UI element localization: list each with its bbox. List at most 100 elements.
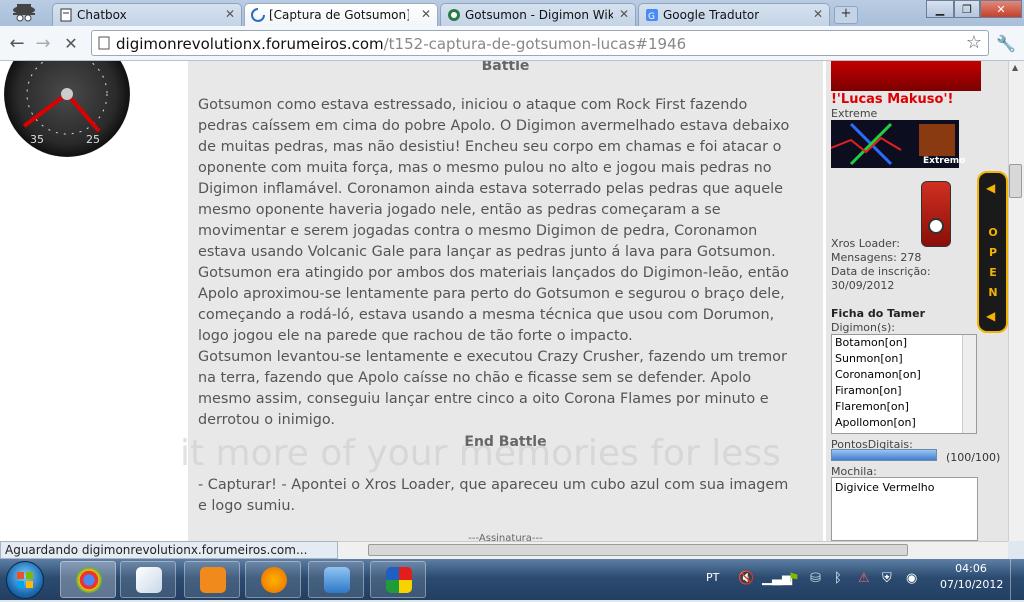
taskbar-store-button[interactable] [184,561,240,598]
windows-logo-icon [17,572,33,588]
incognito-icon [13,4,35,22]
list-item[interactable]: Coronamon[on] [832,367,976,383]
url-text: digimonrevolutionx.forumeiros.com/t152-c… [116,35,686,53]
paint-icon [136,567,162,593]
tab-gotsumon-wiki[interactable]: Gotsumon - Digimon Wiki ✕ [440,3,636,26]
digimon-listbox[interactable]: Botamon[on] Sunmon[on] Coronamon[on] Fir… [831,334,977,434]
start-button[interactable] [6,561,44,599]
capture-text: - Capturar! - Apontei o Xros Loader, que… [198,477,789,514]
volume-muted-icon[interactable]: 🔇 [738,571,754,586]
clock-date: 07/10/2012 [940,578,1004,591]
security-icon[interactable]: ⛨ [882,571,892,586]
post-paragraph: Gotsumon como estava estressado, iniciou… [198,97,790,344]
stop-button[interactable]: ✕ [60,33,82,55]
svg-text:35: 35 [30,133,44,146]
tab-title: Gotsumon - Digimon Wiki [465,8,613,22]
tray-app-icon[interactable]: ◉ [906,571,917,586]
taskbar-clock[interactable]: 04:06 07/10/2012 [940,561,1004,593]
triangle-left-icon: ◀ [986,309,996,323]
maximize-button[interactable]: ❐ [954,0,980,18]
close-window-button[interactable]: ✕ [980,0,1022,18]
tab-strip: Chatbox ✕ [Captura de Gotsumon] Lucas ✕ … [0,0,1024,26]
power-warning-icon[interactable]: ⚠ [858,571,870,586]
profile-name[interactable]: !'Lucas Makuso'! [831,92,953,107]
open-label: OPEN [987,223,999,303]
triangle-left-icon: ◀ [986,181,996,195]
language-indicator[interactable]: PT [706,571,719,584]
tab-chatbox[interactable]: Chatbox ✕ [52,3,242,26]
page-viewport: 35 25 Battle Gotsumon como estava estres… [0,61,1008,541]
bag-icon [200,567,226,593]
left-panel: 35 25 [0,61,190,541]
taskbar-control-panel-button[interactable] [308,561,364,598]
gauge-dial-icon: 35 25 [22,61,108,146]
flag-icon[interactable]: ⚑ [788,571,800,586]
taskbar-avg-button[interactable] [370,561,426,598]
horizontal-scroll-thumb[interactable] [368,544,908,556]
profile-rank: Extreme [831,107,878,120]
open-label-letter: N [988,286,998,299]
listbox-scrollbar[interactable] [962,335,976,433]
list-item[interactable]: Flaremon[on] [832,399,976,415]
status-bubble: Aguardando digimonrevolutionx.forumeiros… [0,541,338,559]
open-side-panel-button[interactable]: ◀ OPEN ◀ [977,171,1008,333]
messages-count: Mensagens: 278 [831,251,922,264]
google-translate-icon: G [646,9,658,22]
taskbar-media-button[interactable] [245,561,301,598]
close-icon[interactable]: ✕ [619,7,629,21]
close-icon[interactable]: ✕ [421,7,431,21]
photobucket-watermark: it more of your memories for less [180,433,781,474]
post-paragraph: Gotsumon levantou-se lentamente e execut… [198,349,787,428]
scroll-up-icon[interactable]: ▲ [1012,63,1018,72]
list-item[interactable]: Sunmon[on] [832,351,976,367]
list-item[interactable]: Botamon[on] [832,335,976,351]
page-icon [60,8,72,22]
vertical-scrollbar[interactable]: ▲ [1008,61,1024,541]
back-button[interactable]: ← [6,33,28,55]
control-panel-icon [324,567,350,593]
tab-title: Chatbox [77,8,127,22]
url-path: /t152-captura-de-gotsumon-lucas#1946 [383,35,687,53]
tab-title: Google Tradutor [663,8,760,22]
post-body: Gotsumon como estava estressado, iniciou… [198,95,798,431]
signature-divider: ---Assinatura--- [468,533,543,541]
close-icon[interactable]: ✕ [813,7,823,21]
vertical-scroll-thumb[interactable] [1009,164,1022,198]
join-label: Data de inscrição: [831,265,931,278]
address-bar[interactable]: digimonrevolutionx.forumeiros.com/t152-c… [91,30,989,56]
windows-taskbar: PT 🔇 ▁▃▅ ⚑ ⛁ ᛒ ⚠ ⛨ ◉ 04:06 07/10/2012 [0,559,1024,600]
rank-banner-image: Extremo [831,120,965,168]
minimize-button[interactable]: ▁ [926,0,954,18]
points-bar-fill [832,450,936,460]
tamer-sheet-title: Ficha do Tamer [831,307,926,320]
svg-text:G: G [648,12,655,22]
avg-icon [386,567,412,593]
wrench-menu-icon[interactable]: 🔧 [995,33,1017,55]
svg-text:25: 25 [86,133,100,146]
rank-banner-caption: Extremo [923,156,966,166]
taskbar-chrome-button[interactable] [60,561,116,598]
close-icon[interactable]: ✕ [225,7,235,21]
network-icon[interactable]: ⛁ [810,571,821,586]
open-label-letter: P [988,246,998,259]
tab-title: [Captura de Gotsumon] Lucas [269,8,409,22]
bag-item: Digivice Vermelho [835,481,935,494]
taskbar-paint-button[interactable] [120,561,176,598]
join-date: 30/09/2012 [831,279,895,292]
forward-button[interactable]: → [32,33,54,55]
bluetooth-icon[interactable]: ᛒ [834,571,842,586]
bag-box: Digivice Vermelho [831,477,978,541]
tab-google-tradutor[interactable]: G Google Tradutor ✕ [638,3,830,26]
points-value: (100/100) [946,451,1001,464]
list-item[interactable]: Firamon[on] [832,383,976,399]
digimon-wiki-icon [448,9,460,21]
xros-loader-icon [921,181,951,247]
list-item[interactable]: Apollomon[on] [832,415,976,431]
tab-captura-gotsumon[interactable]: [Captura de Gotsumon] Lucas ✕ [244,3,438,26]
show-desktop-button[interactable] [1010,559,1024,600]
device-label: Xros Loader: [831,237,900,250]
digimon-label: Digimon(s): [831,321,896,334]
battle-heading: Battle [481,61,530,74]
new-tab-button[interactable]: + [834,6,858,24]
bookmark-star-icon[interactable]: ☆ [966,32,982,53]
